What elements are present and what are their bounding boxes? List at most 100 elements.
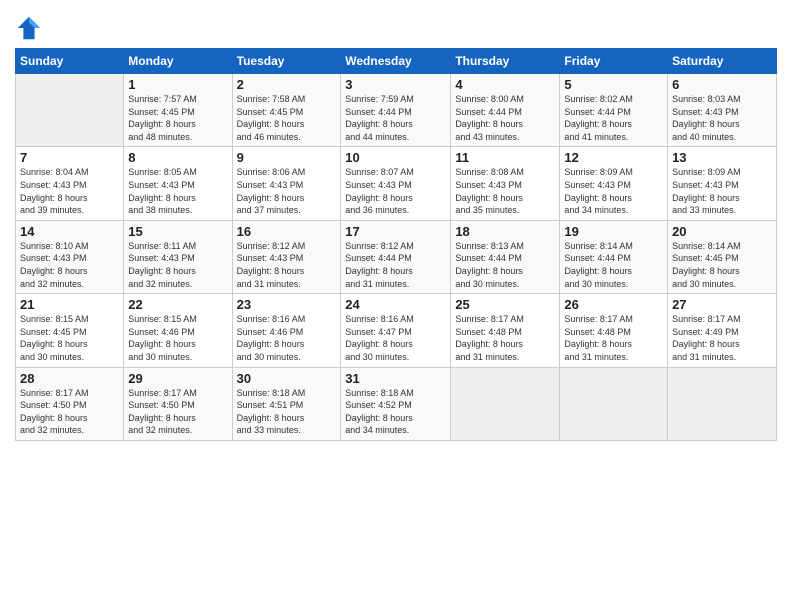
day-number: 5 [564, 77, 663, 92]
calendar-cell: 13Sunrise: 8:09 AM Sunset: 4:43 PM Dayli… [668, 147, 777, 220]
calendar-cell: 5Sunrise: 8:02 AM Sunset: 4:44 PM Daylig… [560, 74, 668, 147]
day-info: Sunrise: 8:15 AM Sunset: 4:46 PM Dayligh… [128, 313, 227, 363]
calendar-cell [560, 367, 668, 440]
calendar-cell: 18Sunrise: 8:13 AM Sunset: 4:44 PM Dayli… [451, 220, 560, 293]
day-info: Sunrise: 8:06 AM Sunset: 4:43 PM Dayligh… [237, 166, 337, 216]
logo-icon [15, 14, 43, 42]
calendar-cell: 9Sunrise: 8:06 AM Sunset: 4:43 PM Daylig… [232, 147, 341, 220]
day-info: Sunrise: 8:02 AM Sunset: 4:44 PM Dayligh… [564, 93, 663, 143]
calendar-cell: 31Sunrise: 8:18 AM Sunset: 4:52 PM Dayli… [341, 367, 451, 440]
calendar-cell: 20Sunrise: 8:14 AM Sunset: 4:45 PM Dayli… [668, 220, 777, 293]
day-info: Sunrise: 8:13 AM Sunset: 4:44 PM Dayligh… [455, 240, 555, 290]
day-number: 24 [345, 297, 446, 312]
calendar-cell: 17Sunrise: 8:12 AM Sunset: 4:44 PM Dayli… [341, 220, 451, 293]
calendar-cell [16, 74, 124, 147]
day-info: Sunrise: 8:18 AM Sunset: 4:52 PM Dayligh… [345, 387, 446, 437]
day-number: 25 [455, 297, 555, 312]
day-info: Sunrise: 8:14 AM Sunset: 4:45 PM Dayligh… [672, 240, 772, 290]
day-info: Sunrise: 8:17 AM Sunset: 4:50 PM Dayligh… [128, 387, 227, 437]
day-info: Sunrise: 8:09 AM Sunset: 4:43 PM Dayligh… [672, 166, 772, 216]
calendar-cell: 22Sunrise: 8:15 AM Sunset: 4:46 PM Dayli… [124, 294, 232, 367]
day-number: 19 [564, 224, 663, 239]
day-info: Sunrise: 8:07 AM Sunset: 4:43 PM Dayligh… [345, 166, 446, 216]
day-number: 28 [20, 371, 119, 386]
day-info: Sunrise: 8:03 AM Sunset: 4:43 PM Dayligh… [672, 93, 772, 143]
day-info: Sunrise: 7:59 AM Sunset: 4:44 PM Dayligh… [345, 93, 446, 143]
day-number: 14 [20, 224, 119, 239]
calendar-cell: 27Sunrise: 8:17 AM Sunset: 4:49 PM Dayli… [668, 294, 777, 367]
col-tuesday: Tuesday [232, 49, 341, 74]
week-row-1: 7Sunrise: 8:04 AM Sunset: 4:43 PM Daylig… [16, 147, 777, 220]
day-number: 18 [455, 224, 555, 239]
day-number: 7 [20, 150, 119, 165]
day-number: 6 [672, 77, 772, 92]
header [15, 10, 777, 42]
day-number: 3 [345, 77, 446, 92]
day-info: Sunrise: 8:18 AM Sunset: 4:51 PM Dayligh… [237, 387, 337, 437]
calendar-cell: 16Sunrise: 8:12 AM Sunset: 4:43 PM Dayli… [232, 220, 341, 293]
col-wednesday: Wednesday [341, 49, 451, 74]
day-number: 4 [455, 77, 555, 92]
day-number: 15 [128, 224, 227, 239]
day-info: Sunrise: 7:57 AM Sunset: 4:45 PM Dayligh… [128, 93, 227, 143]
col-friday: Friday [560, 49, 668, 74]
day-info: Sunrise: 8:15 AM Sunset: 4:45 PM Dayligh… [20, 313, 119, 363]
calendar-cell: 8Sunrise: 8:05 AM Sunset: 4:43 PM Daylig… [124, 147, 232, 220]
day-number: 8 [128, 150, 227, 165]
calendar-cell: 28Sunrise: 8:17 AM Sunset: 4:50 PM Dayli… [16, 367, 124, 440]
day-info: Sunrise: 8:05 AM Sunset: 4:43 PM Dayligh… [128, 166, 227, 216]
day-info: Sunrise: 8:16 AM Sunset: 4:46 PM Dayligh… [237, 313, 337, 363]
calendar-cell: 23Sunrise: 8:16 AM Sunset: 4:46 PM Dayli… [232, 294, 341, 367]
day-info: Sunrise: 7:58 AM Sunset: 4:45 PM Dayligh… [237, 93, 337, 143]
day-number: 29 [128, 371, 227, 386]
day-number: 23 [237, 297, 337, 312]
calendar-cell: 12Sunrise: 8:09 AM Sunset: 4:43 PM Dayli… [560, 147, 668, 220]
day-number: 17 [345, 224, 446, 239]
day-info: Sunrise: 8:17 AM Sunset: 4:48 PM Dayligh… [455, 313, 555, 363]
day-number: 13 [672, 150, 772, 165]
day-info: Sunrise: 8:12 AM Sunset: 4:44 PM Dayligh… [345, 240, 446, 290]
calendar-cell: 7Sunrise: 8:04 AM Sunset: 4:43 PM Daylig… [16, 147, 124, 220]
day-number: 20 [672, 224, 772, 239]
week-row-4: 28Sunrise: 8:17 AM Sunset: 4:50 PM Dayli… [16, 367, 777, 440]
day-info: Sunrise: 8:10 AM Sunset: 4:43 PM Dayligh… [20, 240, 119, 290]
calendar-cell: 30Sunrise: 8:18 AM Sunset: 4:51 PM Dayli… [232, 367, 341, 440]
day-info: Sunrise: 8:00 AM Sunset: 4:44 PM Dayligh… [455, 93, 555, 143]
day-number: 10 [345, 150, 446, 165]
day-info: Sunrise: 8:16 AM Sunset: 4:47 PM Dayligh… [345, 313, 446, 363]
day-info: Sunrise: 8:09 AM Sunset: 4:43 PM Dayligh… [564, 166, 663, 216]
day-number: 12 [564, 150, 663, 165]
day-info: Sunrise: 8:11 AM Sunset: 4:43 PM Dayligh… [128, 240, 227, 290]
day-info: Sunrise: 8:17 AM Sunset: 4:48 PM Dayligh… [564, 313, 663, 363]
week-row-2: 14Sunrise: 8:10 AM Sunset: 4:43 PM Dayli… [16, 220, 777, 293]
calendar-cell: 26Sunrise: 8:17 AM Sunset: 4:48 PM Dayli… [560, 294, 668, 367]
day-number: 9 [237, 150, 337, 165]
day-number: 1 [128, 77, 227, 92]
calendar-cell: 11Sunrise: 8:08 AM Sunset: 4:43 PM Dayli… [451, 147, 560, 220]
day-info: Sunrise: 8:17 AM Sunset: 4:49 PM Dayligh… [672, 313, 772, 363]
day-info: Sunrise: 8:04 AM Sunset: 4:43 PM Dayligh… [20, 166, 119, 216]
day-number: 27 [672, 297, 772, 312]
day-info: Sunrise: 8:08 AM Sunset: 4:43 PM Dayligh… [455, 166, 555, 216]
calendar-cell: 6Sunrise: 8:03 AM Sunset: 4:43 PM Daylig… [668, 74, 777, 147]
col-sunday: Sunday [16, 49, 124, 74]
header-row: Sunday Monday Tuesday Wednesday Thursday… [16, 49, 777, 74]
day-info: Sunrise: 8:14 AM Sunset: 4:44 PM Dayligh… [564, 240, 663, 290]
calendar-cell: 25Sunrise: 8:17 AM Sunset: 4:48 PM Dayli… [451, 294, 560, 367]
day-info: Sunrise: 8:17 AM Sunset: 4:50 PM Dayligh… [20, 387, 119, 437]
calendar-cell [668, 367, 777, 440]
calendar-cell: 1Sunrise: 7:57 AM Sunset: 4:45 PM Daylig… [124, 74, 232, 147]
col-thursday: Thursday [451, 49, 560, 74]
calendar-table: Sunday Monday Tuesday Wednesday Thursday… [15, 48, 777, 441]
calendar-cell: 3Sunrise: 7:59 AM Sunset: 4:44 PM Daylig… [341, 74, 451, 147]
day-number: 11 [455, 150, 555, 165]
day-number: 16 [237, 224, 337, 239]
calendar-cell: 29Sunrise: 8:17 AM Sunset: 4:50 PM Dayli… [124, 367, 232, 440]
calendar-cell: 19Sunrise: 8:14 AM Sunset: 4:44 PM Dayli… [560, 220, 668, 293]
col-monday: Monday [124, 49, 232, 74]
day-number: 22 [128, 297, 227, 312]
col-saturday: Saturday [668, 49, 777, 74]
day-number: 30 [237, 371, 337, 386]
logo [15, 14, 47, 42]
calendar-cell: 14Sunrise: 8:10 AM Sunset: 4:43 PM Dayli… [16, 220, 124, 293]
